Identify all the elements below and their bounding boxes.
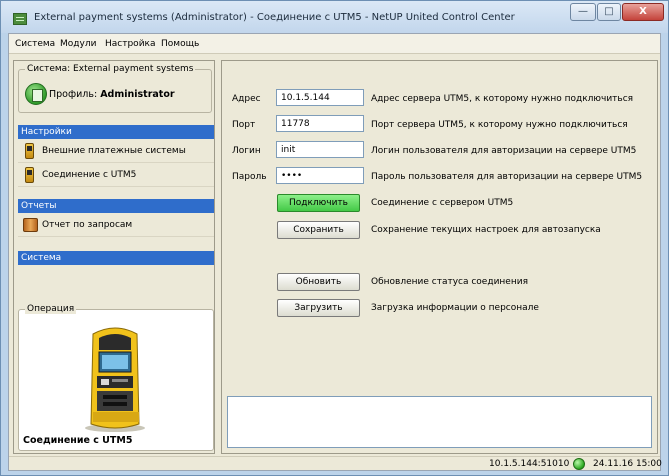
password-label: Пароль	[232, 172, 267, 182]
system-group: Система: External payment systems Профил…	[18, 64, 212, 113]
address-description: Адрес сервера UTM5, к которому нужно под…	[371, 94, 634, 104]
nav-item-external-payments[interactable]: Внешние платежные системы	[18, 140, 214, 163]
minimize-button[interactable]: —	[570, 3, 596, 21]
refresh-button[interactable]: Обновить	[277, 273, 360, 291]
operation-group: Операция Соединение с UTM5	[18, 304, 214, 451]
port-input[interactable]	[276, 115, 364, 132]
operation-caption: Соединение с UTM5	[23, 435, 133, 446]
maximize-button[interactable]: □	[597, 3, 621, 21]
nav-item-label: Внешние платежные системы	[42, 146, 186, 156]
close-button[interactable]: X	[622, 3, 664, 21]
operation-label: Операция	[25, 304, 77, 314]
address-input[interactable]	[276, 89, 364, 106]
menu-system[interactable]: Система	[15, 39, 55, 49]
reports-header[interactable]: Отчеты	[18, 199, 214, 213]
port-description: Порт сервера UTM5, к которому нужно подк…	[371, 120, 628, 130]
nav-item-utm5-connection[interactable]: Соединение с UTM5	[18, 164, 214, 187]
profile-name: Administrator	[100, 89, 175, 100]
refresh-description: Обновление статуса соединения	[371, 277, 528, 287]
login-description: Логин пользователя для авторизации на се…	[371, 146, 637, 156]
password-description: Пароль пользователя для авторизации на с…	[371, 172, 643, 182]
title-bar[interactable]: External payment systems (Administrator)…	[1, 1, 668, 33]
window-title: External payment systems (Administrator)…	[34, 12, 515, 23]
system-group-label: Система: External payment systems	[25, 64, 196, 74]
password-input[interactable]	[276, 167, 364, 184]
connection-status-icon	[573, 458, 585, 470]
login-input[interactable]	[276, 141, 364, 158]
client-area: Система Модули Настройка Помощь Система:…	[8, 33, 662, 471]
status-bar: 10.1.5.144:51010 24.11.16 15:00	[9, 456, 662, 470]
menu-modules[interactable]: Модули	[60, 39, 96, 49]
nav-item-request-report[interactable]: Отчет по запросам	[18, 214, 214, 237]
main-panel: Адрес Адрес сервера UTM5, к которому нуж…	[221, 60, 658, 454]
status-datetime: 24.11.16 15:00	[593, 459, 662, 469]
port-label: Порт	[232, 120, 256, 130]
app-icon	[13, 13, 27, 25]
calculator-icon	[25, 83, 47, 105]
nav-item-label: Соединение с UTM5	[42, 170, 137, 180]
load-button[interactable]: Загрузить	[277, 299, 360, 317]
connect-button[interactable]: Подключить	[277, 194, 360, 212]
profile-label: Профиль: Administrator	[49, 89, 175, 100]
app-window: External payment systems (Administrator)…	[0, 0, 669, 476]
log-output-area[interactable]	[227, 396, 652, 448]
payment-terminal-icon	[25, 143, 34, 159]
report-book-icon	[23, 218, 38, 232]
menu-bar: Система Модули Настройка Помощь	[9, 34, 660, 54]
login-label: Логин	[232, 146, 261, 156]
address-label: Адрес	[232, 94, 261, 104]
menu-help[interactable]: Помощь	[161, 39, 199, 49]
settings-header[interactable]: Настройки	[18, 125, 214, 139]
nav-item-label: Отчет по запросам	[42, 220, 133, 230]
load-description: Загрузка информации о персонале	[371, 303, 539, 313]
save-description: Сохранение текущих настроек для автозапу…	[371, 225, 601, 235]
payment-terminal-icon	[25, 167, 34, 183]
system-header[interactable]: Система	[18, 251, 214, 265]
status-server-address: 10.1.5.144:51010	[489, 459, 570, 469]
left-panel: Система: External payment systems Профил…	[13, 60, 215, 454]
connect-description: Соединение с сервером UTM5	[371, 198, 514, 208]
payment-kiosk-icon	[85, 327, 145, 432]
menu-settings[interactable]: Настройка	[105, 39, 156, 49]
save-button[interactable]: Сохранить	[277, 221, 360, 239]
